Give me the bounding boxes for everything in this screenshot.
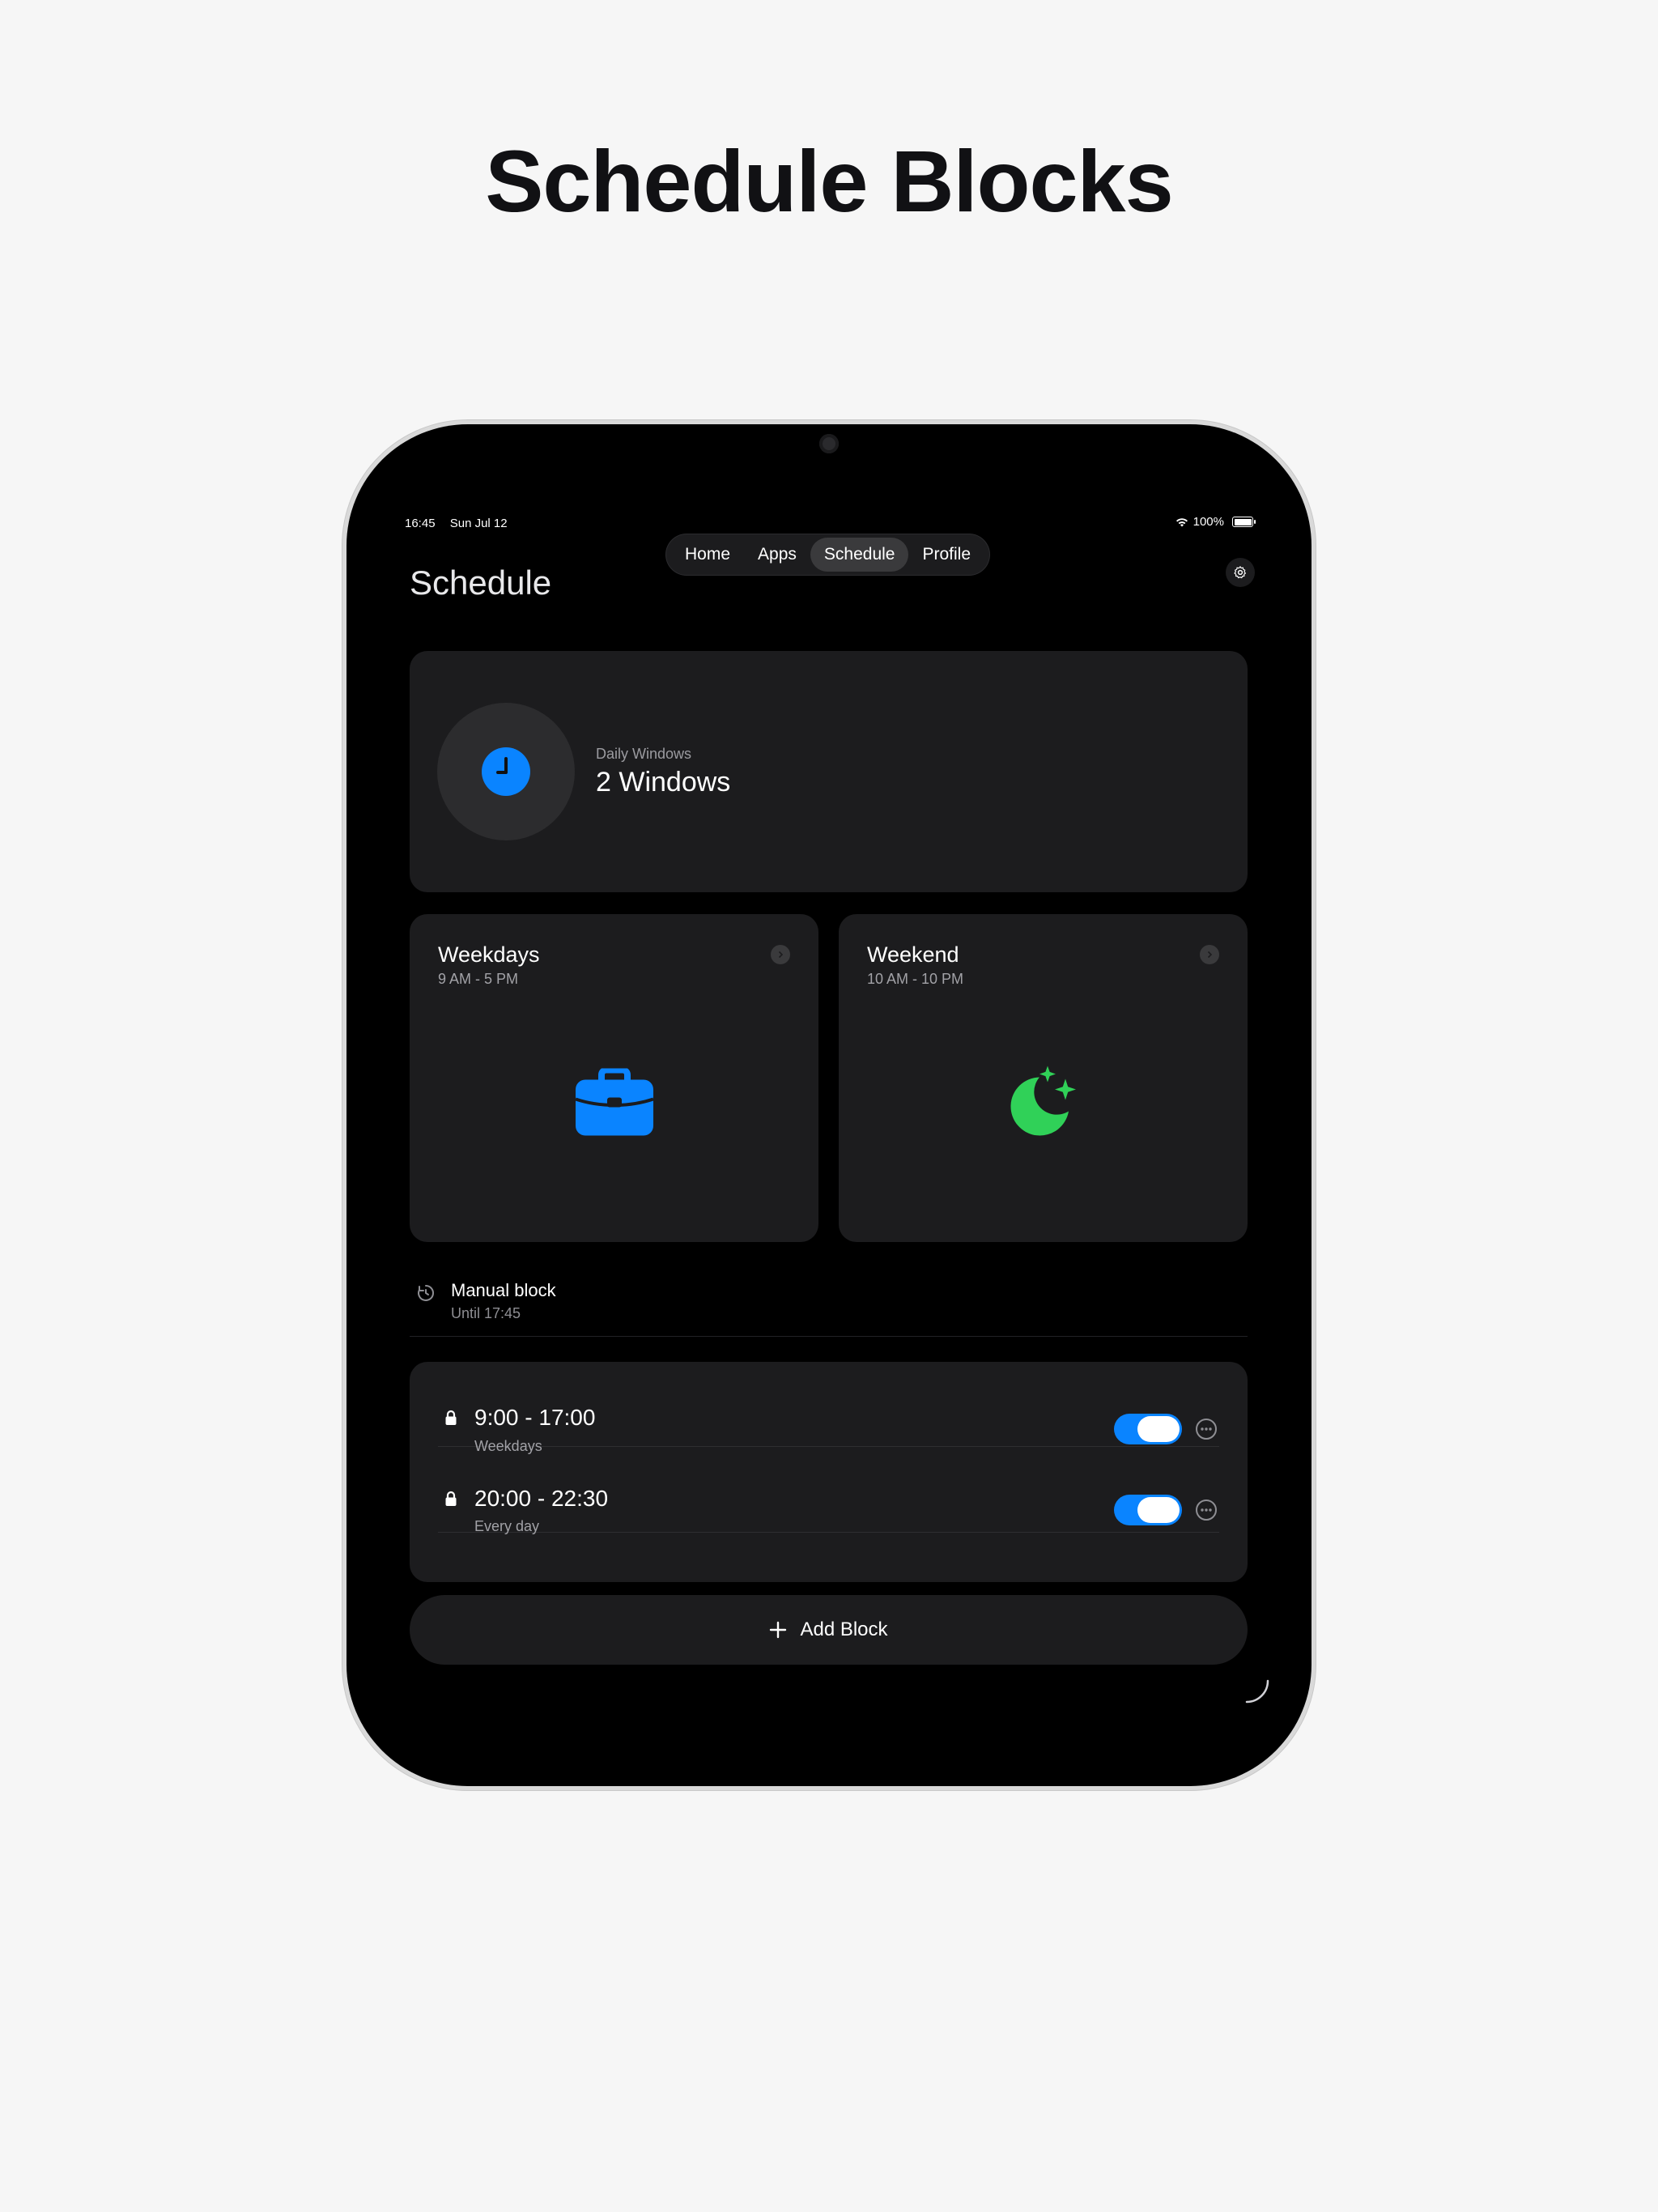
headline: Schedule Blocks bbox=[485, 132, 1173, 230]
corner-indicator-icon bbox=[1245, 1679, 1269, 1704]
chevron-right-icon[interactable] bbox=[1200, 945, 1219, 964]
tab-bar: Home Apps Schedule Profile bbox=[666, 534, 990, 575]
block-row[interactable]: 9:00 - 17:00 Weekdays bbox=[438, 1362, 1219, 1454]
block-time: 20:00 - 22:30 bbox=[474, 1486, 609, 1511]
moon-stars-icon bbox=[1007, 1066, 1080, 1142]
status-time: 16:45 bbox=[405, 517, 436, 530]
tile-title: Weekend bbox=[867, 942, 959, 967]
status-date: Sun Jul 12 bbox=[449, 517, 508, 530]
add-block-label: Add Block bbox=[800, 1619, 888, 1640]
block-toggle[interactable] bbox=[1114, 1414, 1182, 1444]
block-time: 9:00 - 17:00 bbox=[474, 1405, 596, 1430]
toggle-knob bbox=[1137, 1497, 1180, 1523]
weekdays-tile[interactable]: Weekdays 9 AM - 5 PM bbox=[410, 914, 818, 1242]
plus-icon bbox=[770, 1621, 787, 1639]
briefcase-icon bbox=[574, 1066, 654, 1140]
settings-button[interactable] bbox=[1226, 558, 1255, 587]
blocks-list: 9:00 - 17:00 Weekdays 20:00 - 22:30 Ever… bbox=[410, 1362, 1248, 1582]
page-title: Schedule bbox=[410, 564, 552, 602]
manual-block-title: Manual block bbox=[451, 1280, 556, 1300]
status-bar-left: 16:45 Sun Jul 12 bbox=[405, 517, 508, 530]
gear-icon bbox=[1234, 566, 1246, 579]
ellipsis-circle-icon[interactable] bbox=[1195, 1499, 1218, 1521]
manual-block-row[interactable]: Manual block Until 17:45 bbox=[410, 1274, 1248, 1337]
tablet-device: 16:45 Sun Jul 12 100% Home Apps Schedule… bbox=[346, 424, 1312, 1786]
wifi-icon bbox=[1175, 517, 1188, 526]
summary-value: 2 Windows bbox=[596, 767, 731, 798]
block-row[interactable]: 20:00 - 22:30 Every day bbox=[438, 1448, 1219, 1534]
lock-icon bbox=[445, 1491, 457, 1506]
camera bbox=[819, 434, 839, 453]
toggle-knob bbox=[1137, 1416, 1180, 1442]
add-block-button[interactable]: Add Block bbox=[410, 1595, 1248, 1665]
summary-kicker: Daily Windows bbox=[596, 746, 692, 762]
lock-icon bbox=[445, 1410, 457, 1425]
summary-icon-circle bbox=[437, 703, 575, 840]
ellipsis-circle-icon[interactable] bbox=[1195, 1418, 1218, 1440]
status-bar-right: 100% bbox=[1175, 515, 1256, 529]
tab-profile[interactable]: Profile bbox=[908, 538, 984, 572]
tile-subtitle: 10 AM - 10 PM bbox=[867, 971, 964, 987]
tab-apps[interactable]: Apps bbox=[744, 538, 810, 572]
tab-schedule[interactable]: Schedule bbox=[810, 538, 909, 572]
manual-block-subtitle: Until 17:45 bbox=[451, 1305, 521, 1321]
weekend-tile[interactable]: Weekend 10 AM - 10 PM bbox=[839, 914, 1248, 1242]
clock-icon bbox=[482, 747, 530, 796]
tile-title: Weekdays bbox=[438, 942, 540, 967]
chevron-right-icon[interactable] bbox=[771, 945, 790, 964]
tile-subtitle: 9 AM - 5 PM bbox=[438, 971, 519, 987]
block-days: Every day bbox=[474, 1518, 540, 1534]
battery-icon bbox=[1232, 517, 1256, 527]
battery-percent: 100% bbox=[1192, 515, 1224, 529]
tab-home[interactable]: Home bbox=[671, 538, 744, 572]
timer-icon bbox=[416, 1283, 436, 1307]
block-toggle[interactable] bbox=[1114, 1495, 1182, 1525]
summary-card[interactable]: Daily Windows 2 Windows bbox=[410, 651, 1248, 892]
